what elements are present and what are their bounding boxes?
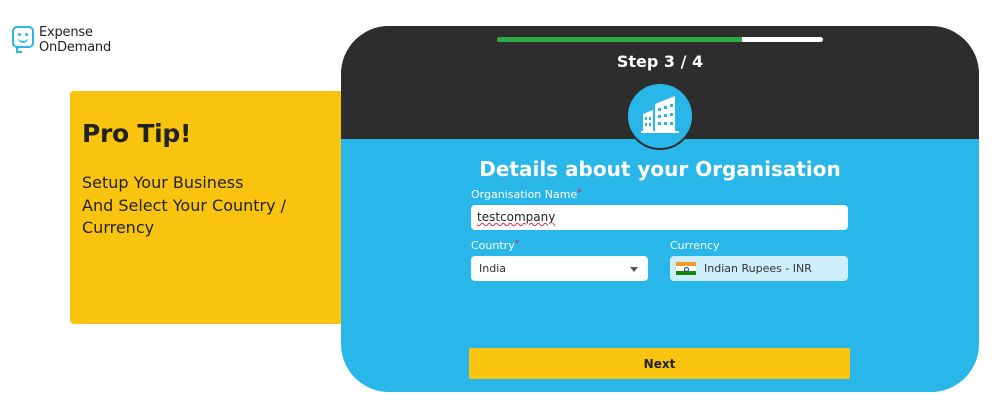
logo-chat-face-icon [12,26,34,53]
org-name-input[interactable] [471,205,848,230]
pro-tip-card: Pro Tip! Setup Your Business And Select … [70,91,360,324]
next-button[interactable]: Next [469,348,850,379]
org-name-label: Organisation Name* [471,188,582,201]
country-label-text: Country [471,239,515,252]
pro-tip-text: Setup Your Business And Select Your Coun… [82,172,332,240]
currency-label: Currency [670,239,720,252]
india-flag-icon [676,261,696,276]
form-title: Details about your Organisation [479,157,841,181]
currency-value: Indian Rupees - INR [704,262,812,275]
step-indicator: Step 3 / 4 [616,52,704,71]
step-progress-fill [497,37,742,42]
brand-name-line2: OnDemand [39,40,112,55]
required-marker: * [514,239,520,249]
step-progress-bar [497,37,823,42]
org-name-label-text: Organisation Name [471,188,578,201]
brand-name: Expense OnDemand [39,25,111,55]
country-select-value: India [479,262,506,275]
country-select[interactable]: India [471,256,648,281]
brand-logo: Expense OnDemand [12,25,111,55]
pro-tip-line-1: Setup Your Business [82,173,244,192]
country-label: Country* [471,239,519,252]
currency-field: Indian Rupees - INR [670,256,848,281]
setup-wizard-panel: Step 3 / 4 Details about your Organisati… [341,26,979,392]
building-icon [641,96,679,133]
pro-tip-line-3: Currency [82,218,155,237]
chevron-down-icon [630,267,638,272]
pro-tip-line-2: And Select Your Country / [82,195,287,215]
required-marker: * [577,188,582,198]
brand-name-line1: Expense [39,25,93,40]
organisation-badge [626,82,694,150]
pro-tip-title: Pro Tip! [82,119,192,148]
